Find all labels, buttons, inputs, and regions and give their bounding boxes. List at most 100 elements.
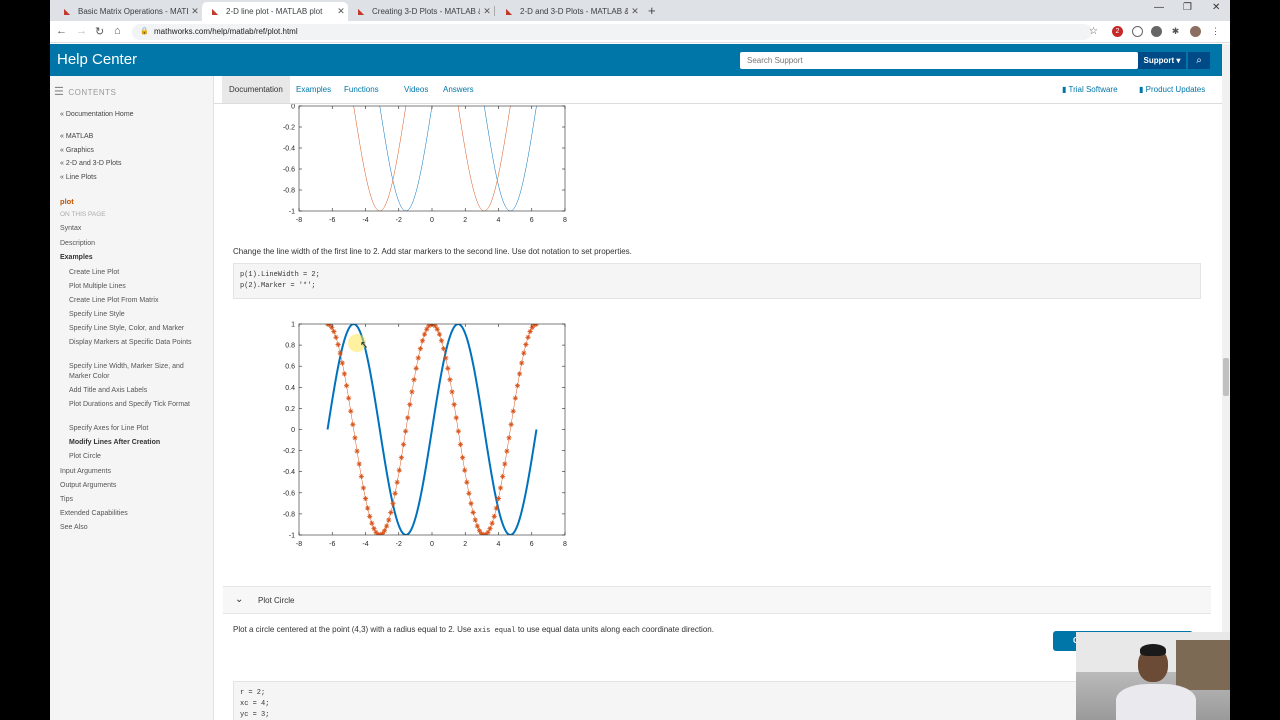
browser-tab[interactable]: ◣ Creating 3-D Plots - MATLAB & S ✕ — [348, 2, 494, 21]
close-tab-icon[interactable]: ✕ — [480, 6, 494, 17]
close-tab-icon[interactable]: ✕ — [334, 6, 348, 17]
breadcrumb-link[interactable]: « MATLAB — [60, 133, 93, 140]
x-tick-label: -8 — [296, 541, 302, 548]
nav-item-extended-capabilities[interactable]: Extended Capabilities — [60, 510, 128, 517]
minimize-icon[interactable]: — — [1154, 2, 1164, 13]
hamburger-icon: ☰ — [54, 86, 65, 98]
nav-example-item[interactable]: Plot Circle — [69, 452, 197, 462]
code-line: xc = 4; — [240, 700, 270, 708]
series-marker — [474, 523, 480, 529]
tab-documentation[interactable]: Documentation — [222, 76, 290, 103]
product-updates-link[interactable]: ▮ Product Updates — [1139, 76, 1205, 103]
nav-item-see-also[interactable]: See Also — [60, 524, 88, 531]
series-marker — [470, 509, 476, 516]
tab-videos[interactable]: Videos — [397, 76, 435, 103]
browser-tab[interactable]: ◣ 2-D and 3-D Plots - MATLAB & S ✕ — [496, 2, 642, 21]
block-icon[interactable] — [1132, 26, 1143, 37]
extension-icon[interactable] — [1151, 26, 1162, 37]
y-tick-label: -0.6 — [283, 490, 295, 497]
restore-icon[interactable]: ❐ — [1183, 2, 1192, 13]
tab-examples[interactable]: Examples — [289, 76, 338, 103]
avatar[interactable] — [1190, 26, 1201, 37]
y-tick-label: 0.8 — [285, 343, 295, 350]
y-tick-label: -0.4 — [283, 146, 295, 153]
x-tick-label: -6 — [329, 217, 335, 224]
breadcrumb-link[interactable]: « Graphics — [60, 147, 94, 154]
close-tab-icon[interactable]: ✕ — [188, 6, 202, 17]
search-icon[interactable]: ⌕ — [1188, 52, 1210, 69]
close-window-icon[interactable]: ✕ — [1212, 2, 1220, 13]
current-page-label: plot — [60, 197, 74, 206]
section-header-plot-circle[interactable]: ⌄ Plot Circle — [223, 586, 1211, 614]
scrollbar-thumb[interactable] — [1223, 358, 1229, 396]
nav-item-syntax[interactable]: Syntax — [60, 225, 81, 232]
nav-item-input-arguments[interactable]: Input Arguments — [60, 468, 111, 475]
nav-example-item[interactable]: Add Title and Axis Labels — [69, 386, 197, 396]
series-marker — [521, 350, 527, 356]
new-tab-button[interactable]: + — [648, 3, 656, 18]
bookshelf — [1176, 640, 1230, 690]
contents-toggle[interactable]: ☰ CONTENTS — [54, 85, 116, 98]
paragraph: Plot a circle centered at the point (4,3… — [233, 625, 714, 635]
plot-area — [299, 106, 565, 211]
trial-software-link[interactable]: ▮ Trial Software — [1062, 76, 1118, 103]
documentation-tabs: Documentation Examples Functions Videos … — [214, 76, 1222, 104]
series-marker — [519, 360, 525, 366]
matlab-icon: ◣ — [64, 7, 71, 16]
search-input[interactable] — [740, 52, 1138, 69]
tab-strip: ◣ Basic Matrix Operations - MATLA ✕ ◣ 2-… — [50, 0, 1230, 21]
close-tab-icon[interactable]: ✕ — [628, 6, 642, 17]
home-icon[interactable]: ⌂ — [114, 25, 121, 37]
mouse-cursor-icon: ↖ — [360, 340, 369, 351]
series-marker — [504, 448, 510, 454]
x-tick-label: 4 — [497, 541, 501, 548]
on-this-page-heading: ON THIS PAGE — [60, 211, 106, 218]
nav-example-item[interactable]: Specify Axes for Line Plot — [69, 424, 197, 434]
menu-dots-icon[interactable]: ⋮ — [1210, 26, 1221, 37]
nav-example-item[interactable]: Specify Line Width, Marker Size, and Mar… — [69, 362, 197, 382]
series-marker — [400, 441, 407, 448]
support-menu-button[interactable]: Support ▾ — [1138, 52, 1186, 69]
puzzle-icon[interactable]: ✱ — [1170, 26, 1181, 37]
nav-example-item[interactable]: Specify Line Style — [69, 310, 197, 320]
tab-functions[interactable]: Functions — [337, 76, 386, 103]
matlab-icon: ◣ — [506, 7, 513, 16]
reload-icon[interactable]: ↻ — [95, 25, 104, 38]
nav-example-item[interactable]: Specify Line Style, Color, and Marker — [69, 324, 197, 334]
help-center-title[interactable]: Help Center — [57, 51, 137, 68]
bookmark-star-icon[interactable]: ☆ — [1088, 26, 1099, 37]
code-line: yc = 3; — [240, 711, 270, 719]
y-tick-label: -0.8 — [283, 188, 295, 195]
breadcrumb-link[interactable]: « 2-D and 3-D Plots — [60, 160, 121, 167]
breadcrumb-link[interactable]: « Documentation Home — [60, 111, 134, 118]
series-marker — [523, 341, 529, 348]
series-marker — [506, 435, 512, 441]
nav-item-description[interactable]: Description — [60, 240, 95, 247]
nav-example-item-active[interactable]: Modify Lines After Creation — [69, 438, 197, 448]
nav-item-examples[interactable]: Examples — [60, 254, 93, 261]
nav-example-item[interactable]: Plot Durations and Specify Tick Format — [69, 400, 197, 410]
nav-item-output-arguments[interactable]: Output Arguments — [60, 482, 116, 489]
nav-item-tips[interactable]: Tips — [60, 496, 73, 503]
page-scrollbar[interactable] — [1222, 44, 1230, 720]
url-field[interactable]: 🔒 mathworks.com/help/matlab/ref/plot.htm… — [132, 24, 1092, 40]
browser-tab[interactable]: ◣ Basic Matrix Operations - MATLA ✕ — [54, 2, 202, 21]
forward-icon[interactable]: → — [76, 25, 87, 37]
lock-icon: 🔒 — [140, 28, 149, 35]
extension-badge-icon[interactable]: 2 — [1112, 26, 1123, 37]
series-marker — [352, 435, 358, 441]
x-tick-label: -4 — [362, 217, 368, 224]
back-icon[interactable]: ← — [56, 25, 67, 37]
breadcrumb-link[interactable]: « Line Plots — [60, 174, 97, 181]
y-tick-label: 0 — [291, 427, 295, 434]
tab-answers[interactable]: Answers — [436, 76, 481, 103]
x-tick-label: 4 — [497, 217, 501, 224]
y-tick-label: 0.2 — [285, 406, 295, 413]
nav-example-item[interactable]: Plot Multiple Lines — [69, 282, 197, 292]
nav-example-item[interactable]: Create Line Plot — [69, 268, 197, 278]
x-tick-label: -6 — [329, 541, 335, 548]
y-tick-label: -0.2 — [283, 448, 295, 455]
nav-example-item[interactable]: Create Line Plot From Matrix — [69, 296, 197, 306]
browser-tab-active[interactable]: ◣ 2-D line plot - MATLAB plot ✕ — [202, 2, 348, 21]
nav-example-item[interactable]: Display Markers at Specific Data Points — [69, 338, 197, 348]
